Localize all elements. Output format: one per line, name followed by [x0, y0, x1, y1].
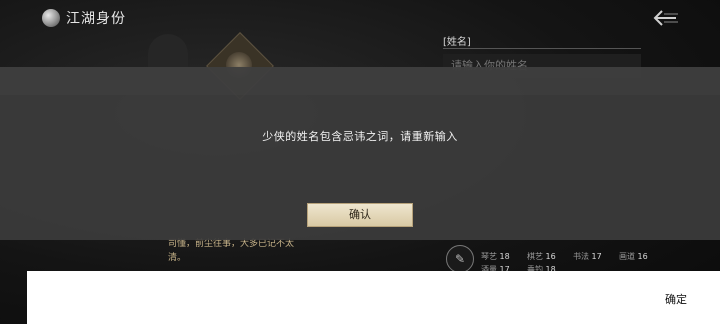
character-bio: 司懂，前尘往事，大多已记不太清。 — [168, 239, 295, 263]
keyboard-input-bar: 确定 — [27, 271, 720, 324]
back-arrow-icon — [653, 10, 678, 26]
screen-title: 江湖身份 — [42, 8, 126, 28]
stat-item: 书法 17 — [573, 252, 602, 261]
moon-swirl-icon — [42, 9, 60, 27]
confirm-button[interactable]: 确认 — [307, 203, 413, 227]
stat-item: 棋艺 16 — [527, 252, 556, 261]
back-button[interactable] — [650, 6, 682, 30]
top-bar: 江湖身份 — [0, 0, 720, 36]
keyboard-done-button[interactable]: 确定 — [665, 291, 687, 307]
screen-title-text: 江湖身份 — [66, 11, 126, 27]
dialog-overlay-band — [0, 67, 720, 95]
brush-icon: ✎ — [446, 245, 474, 273]
stat-item: 画道 16 — [619, 252, 648, 261]
name-divider — [443, 48, 641, 49]
stat-item: 琴艺 18 — [481, 252, 510, 261]
name-label: [姓名] — [443, 37, 471, 48]
dialog-message: 少侠的姓名包含忌讳之词，请重新输入 — [262, 130, 458, 143]
